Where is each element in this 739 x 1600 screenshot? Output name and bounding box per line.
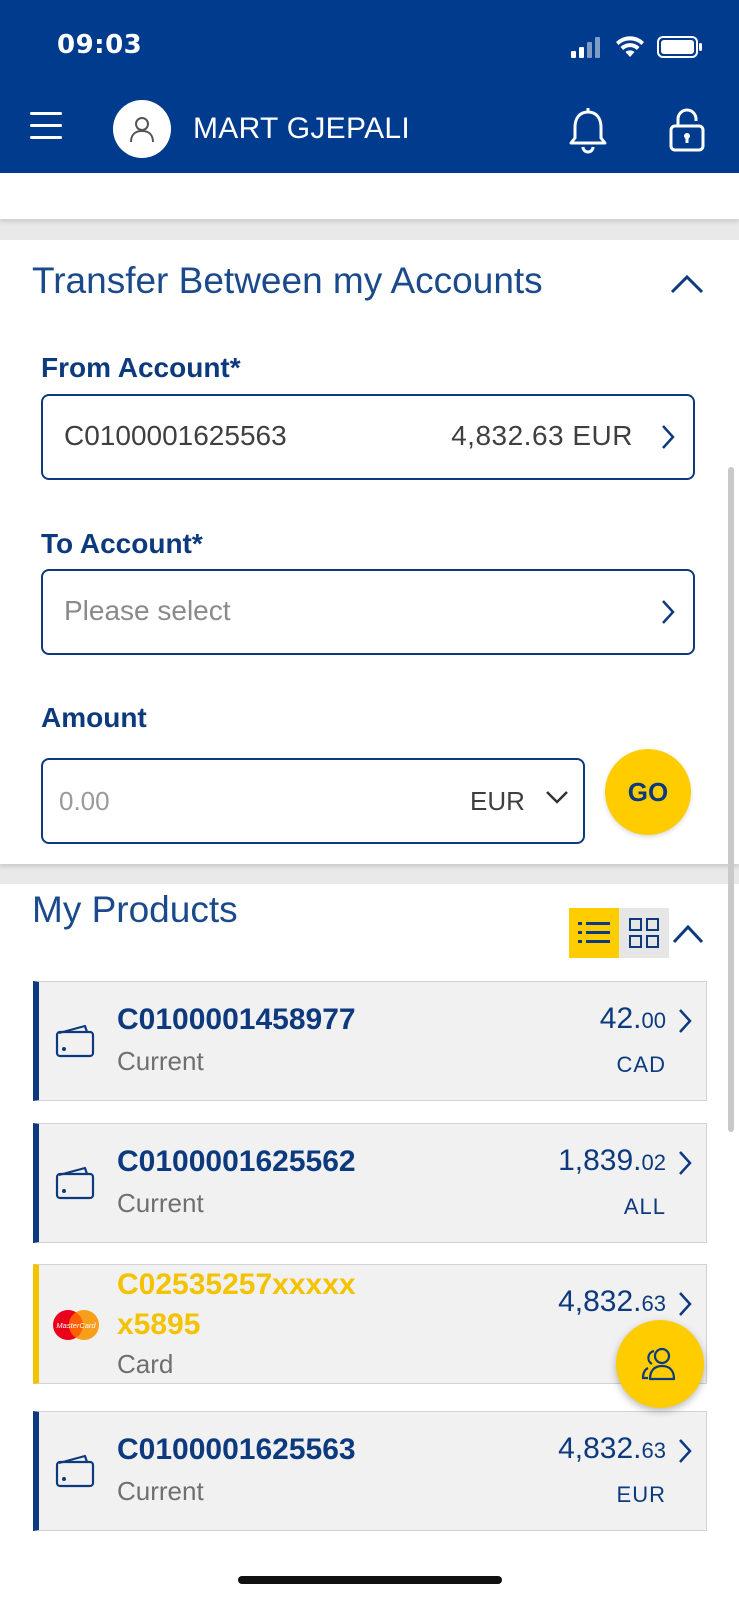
app-header: 09:03 MART GJEPALI xyxy=(0,0,739,173)
from-account-balance: 4,832.63 EUR xyxy=(451,420,633,451)
product-id: C0100001625562 xyxy=(117,1145,356,1178)
svg-text:MasterCard: MasterCard xyxy=(56,1321,96,1330)
product-type: Current xyxy=(117,1476,204,1506)
transfer-panel: Transfer Between my Accounts From Accoun… xyxy=(0,240,739,864)
menu-icon[interactable] xyxy=(30,112,62,140)
chevron-right-icon xyxy=(662,425,675,449)
chevron-right-icon xyxy=(679,1439,692,1463)
status-time: 09:03 xyxy=(57,30,143,60)
signal-icon xyxy=(571,37,600,58)
user-icon xyxy=(130,117,154,143)
wallet-icon xyxy=(55,1454,95,1488)
transfer-title: Transfer Between my Accounts xyxy=(32,260,543,301)
mastercard-icon: MasterCard xyxy=(53,1310,99,1340)
to-account-placeholder: Please select xyxy=(64,595,231,626)
collapsed-section xyxy=(0,173,739,219)
product-amount: 4,832.63 xyxy=(558,1285,666,1318)
currency-select[interactable]: EUR xyxy=(470,786,525,817)
list-view-icon xyxy=(578,922,610,943)
grid-view-icon xyxy=(629,918,659,948)
chevron-right-icon xyxy=(679,1009,692,1033)
product-amount: 4,832.63 xyxy=(558,1432,666,1465)
contacts-icon xyxy=(641,1347,676,1381)
chevron-right-icon xyxy=(679,1151,692,1175)
product-id: C0100001458977 xyxy=(117,1003,356,1036)
scrollbar[interactable] xyxy=(728,467,734,1132)
from-account-field[interactable]: C0100001625563 4,832.63 EUR xyxy=(41,394,695,480)
status-icons xyxy=(571,34,703,60)
chevron-down-icon[interactable] xyxy=(545,790,569,804)
product-row[interactable]: C0100001625563 Current 4,832.63 EUR xyxy=(33,1411,707,1531)
product-type: Card xyxy=(117,1349,174,1379)
product-type: Current xyxy=(117,1046,204,1076)
chevron-up-icon[interactable] xyxy=(670,274,704,294)
avatar[interactable] xyxy=(113,100,171,158)
user-name: MART GJEPALI xyxy=(193,112,410,145)
amount-field[interactable]: 0.00 EUR xyxy=(41,758,585,844)
product-currency: EUR xyxy=(616,1482,666,1507)
chevron-right-icon xyxy=(662,600,675,624)
amount-label: Amount xyxy=(41,702,147,733)
product-currency: ALL xyxy=(623,1194,666,1219)
products-title: My Products xyxy=(32,889,238,930)
from-account-label: From Account* xyxy=(41,352,241,383)
contacts-fab[interactable] xyxy=(616,1320,704,1408)
product-amount: 42.00 xyxy=(599,1002,666,1035)
to-account-field[interactable]: Please select xyxy=(41,569,695,655)
list-view-button[interactable] xyxy=(569,908,619,958)
wallet-icon xyxy=(55,1166,95,1200)
product-row[interactable]: C0100001625562 Current 1,839.02 ALL xyxy=(33,1123,707,1243)
wallet-icon xyxy=(55,1024,95,1058)
to-account-label: To Account* xyxy=(41,528,203,559)
product-id: C02535257xxxxx x5895 xyxy=(117,1268,356,1341)
amount-input[interactable]: 0.00 xyxy=(59,786,110,817)
product-currency: CAD xyxy=(616,1052,666,1077)
wifi-icon xyxy=(616,36,644,57)
bell-icon[interactable] xyxy=(568,108,608,154)
view-toggle xyxy=(569,908,669,958)
product-id: C0100001625563 xyxy=(117,1433,356,1466)
product-amount: 1,839.02 xyxy=(558,1144,666,1177)
product-row[interactable]: C0100001458977 Current 42.00 CAD xyxy=(33,981,707,1101)
chevron-right-icon xyxy=(679,1292,692,1316)
product-row[interactable]: MasterCard C02535257xxxxx x5895 Card 4,8… xyxy=(33,1264,707,1384)
chevron-up-icon[interactable] xyxy=(672,924,704,944)
battery-icon xyxy=(657,36,702,58)
from-account-number: C0100001625563 xyxy=(64,420,287,451)
go-button[interactable]: GO xyxy=(605,749,691,835)
product-type: Current xyxy=(117,1188,204,1218)
grid-view-button[interactable] xyxy=(619,908,669,958)
home-indicator[interactable] xyxy=(238,1576,502,1584)
unlock-icon[interactable] xyxy=(668,108,706,152)
